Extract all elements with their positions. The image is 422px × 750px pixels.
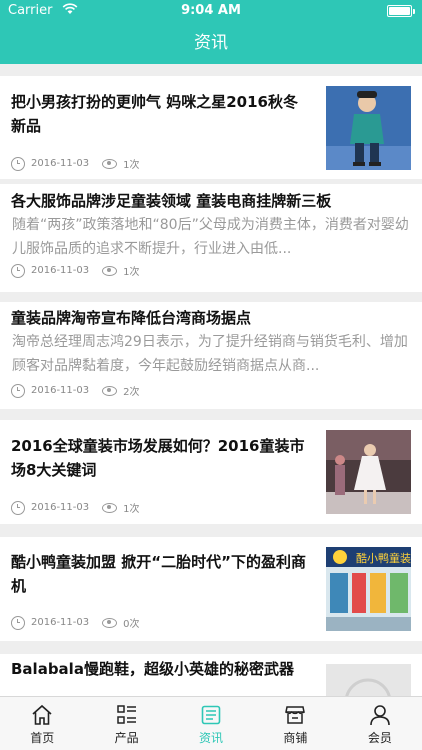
news-thumbnail — [326, 430, 411, 514]
clock-icon — [11, 500, 25, 515]
news-meta: 2016-11-03 2次 — [11, 383, 140, 398]
news-meta: 2016-11-03 1次 — [11, 263, 140, 278]
news-summary: 淘帝总经理周志鸿29日表示，为了提升经销商与销货毛利、增加顾客对品牌黏着度，今年… — [12, 334, 408, 374]
news-title: Balabala慢跑鞋，超级小英雄的秘密武器 — [11, 660, 294, 678]
clock-time: 9:04 AM — [181, 3, 241, 18]
tab-products[interactable]: 产品 — [84, 697, 168, 750]
news-icon — [200, 704, 222, 726]
news-item[interactable]: 酷小鸭童装加盟 掀开“二胎时代”下的盈利商机 2016-11-03 0次 酷小鸭… — [0, 537, 422, 641]
tab-store[interactable]: 商铺 — [253, 697, 337, 750]
news-title: 酷小鸭童装加盟 掀开“二胎时代”下的盈利商机 — [11, 553, 306, 595]
news-views: 2次 — [123, 387, 140, 398]
clock-icon — [11, 156, 25, 171]
news-item[interactable]: Balabala慢跑鞋，超级小英雄的秘密武器 — [0, 654, 422, 696]
news-date: 2016-11-03 — [31, 265, 90, 276]
news-title: 童装品牌淘帝宣布降低台湾商场据点 — [11, 309, 252, 327]
tab-label: 产品 — [114, 731, 139, 745]
news-title: 各大服饰品牌涉足童装领域 童装电商挂牌新三板 — [11, 192, 332, 210]
news-summary: 随着“两孩”政策落地和“80后”父母成为消费主体，消费者对婴幼儿服饰品质的追求不… — [12, 217, 409, 257]
news-date: 2016-11-03 — [31, 502, 90, 513]
news-date: 2016-11-03 — [31, 617, 90, 628]
clock-icon — [11, 263, 25, 278]
news-views: 0次 — [123, 619, 140, 630]
store-icon — [284, 704, 306, 726]
battery-icon — [387, 5, 415, 17]
tab-label: 首页 — [30, 731, 55, 745]
user-icon — [369, 704, 391, 726]
news-item[interactable]: 2016全球童装市场发展如何？2016童装市场8大关键词 2016-11-03 … — [0, 420, 422, 524]
news-meta: 2016-11-03 1次 — [11, 156, 140, 171]
news-title: 把小男孩打扮的更帅气 妈咪之星2016秋冬新品 — [11, 93, 298, 135]
tab-label: 会员 — [367, 731, 392, 745]
clock-icon — [11, 383, 25, 398]
news-title: 2016全球童装市场发展如何？2016童装市场8大关键词 — [11, 437, 305, 479]
news-item[interactable]: 各大服饰品牌涉足童装领域 童装电商挂牌新三板 随着“两孩”政策落地和“80后”父… — [0, 184, 422, 292]
status-bar: Carrier 9:04 AM — [0, 0, 422, 22]
eye-icon — [102, 617, 118, 628]
clock-icon — [11, 615, 25, 630]
eye-icon — [102, 385, 118, 396]
tab-news[interactable]: 资讯 — [169, 697, 253, 750]
nav-bar: 资讯 — [0, 22, 422, 64]
news-meta: 2016-11-03 1次 — [11, 500, 140, 515]
tab-bar: 首页 产品 资讯 商铺 会员 — [0, 696, 422, 750]
news-item[interactable]: 童装品牌淘帝宣布降低台湾商场据点 淘帝总经理周志鸿29日表示，为了提升经销商与销… — [0, 302, 422, 409]
news-item[interactable]: 把小男孩打扮的更帅气 妈咪之星2016秋冬新品 2016-11-03 1次 — [0, 76, 422, 179]
news-meta: 2016-11-03 0次 — [11, 615, 140, 630]
tab-member[interactable]: 会员 — [338, 697, 422, 750]
home-icon — [31, 704, 53, 726]
page-title: 资讯 — [194, 33, 228, 53]
thumb-sign: 酷小鸭童装 — [356, 551, 411, 565]
news-thumbnail — [326, 664, 411, 696]
news-views: 1次 — [123, 267, 140, 278]
eye-icon — [102, 265, 118, 276]
grid-list-icon — [116, 704, 138, 726]
eye-icon — [102, 502, 118, 513]
news-list[interactable]: 把小男孩打扮的更帅气 妈咪之星2016秋冬新品 2016-11-03 1次 各大… — [0, 64, 422, 696]
news-views: 1次 — [123, 504, 140, 515]
news-thumbnail: 酷小鸭童装 — [326, 547, 411, 631]
eye-icon — [102, 158, 118, 169]
news-date: 2016-11-03 — [31, 158, 90, 169]
news-views: 1次 — [123, 160, 140, 171]
tab-home[interactable]: 首页 — [0, 697, 84, 750]
news-date: 2016-11-03 — [31, 385, 90, 396]
tab-label: 商铺 — [283, 731, 308, 745]
news-thumbnail — [326, 86, 411, 170]
tab-label: 资讯 — [199, 731, 224, 745]
